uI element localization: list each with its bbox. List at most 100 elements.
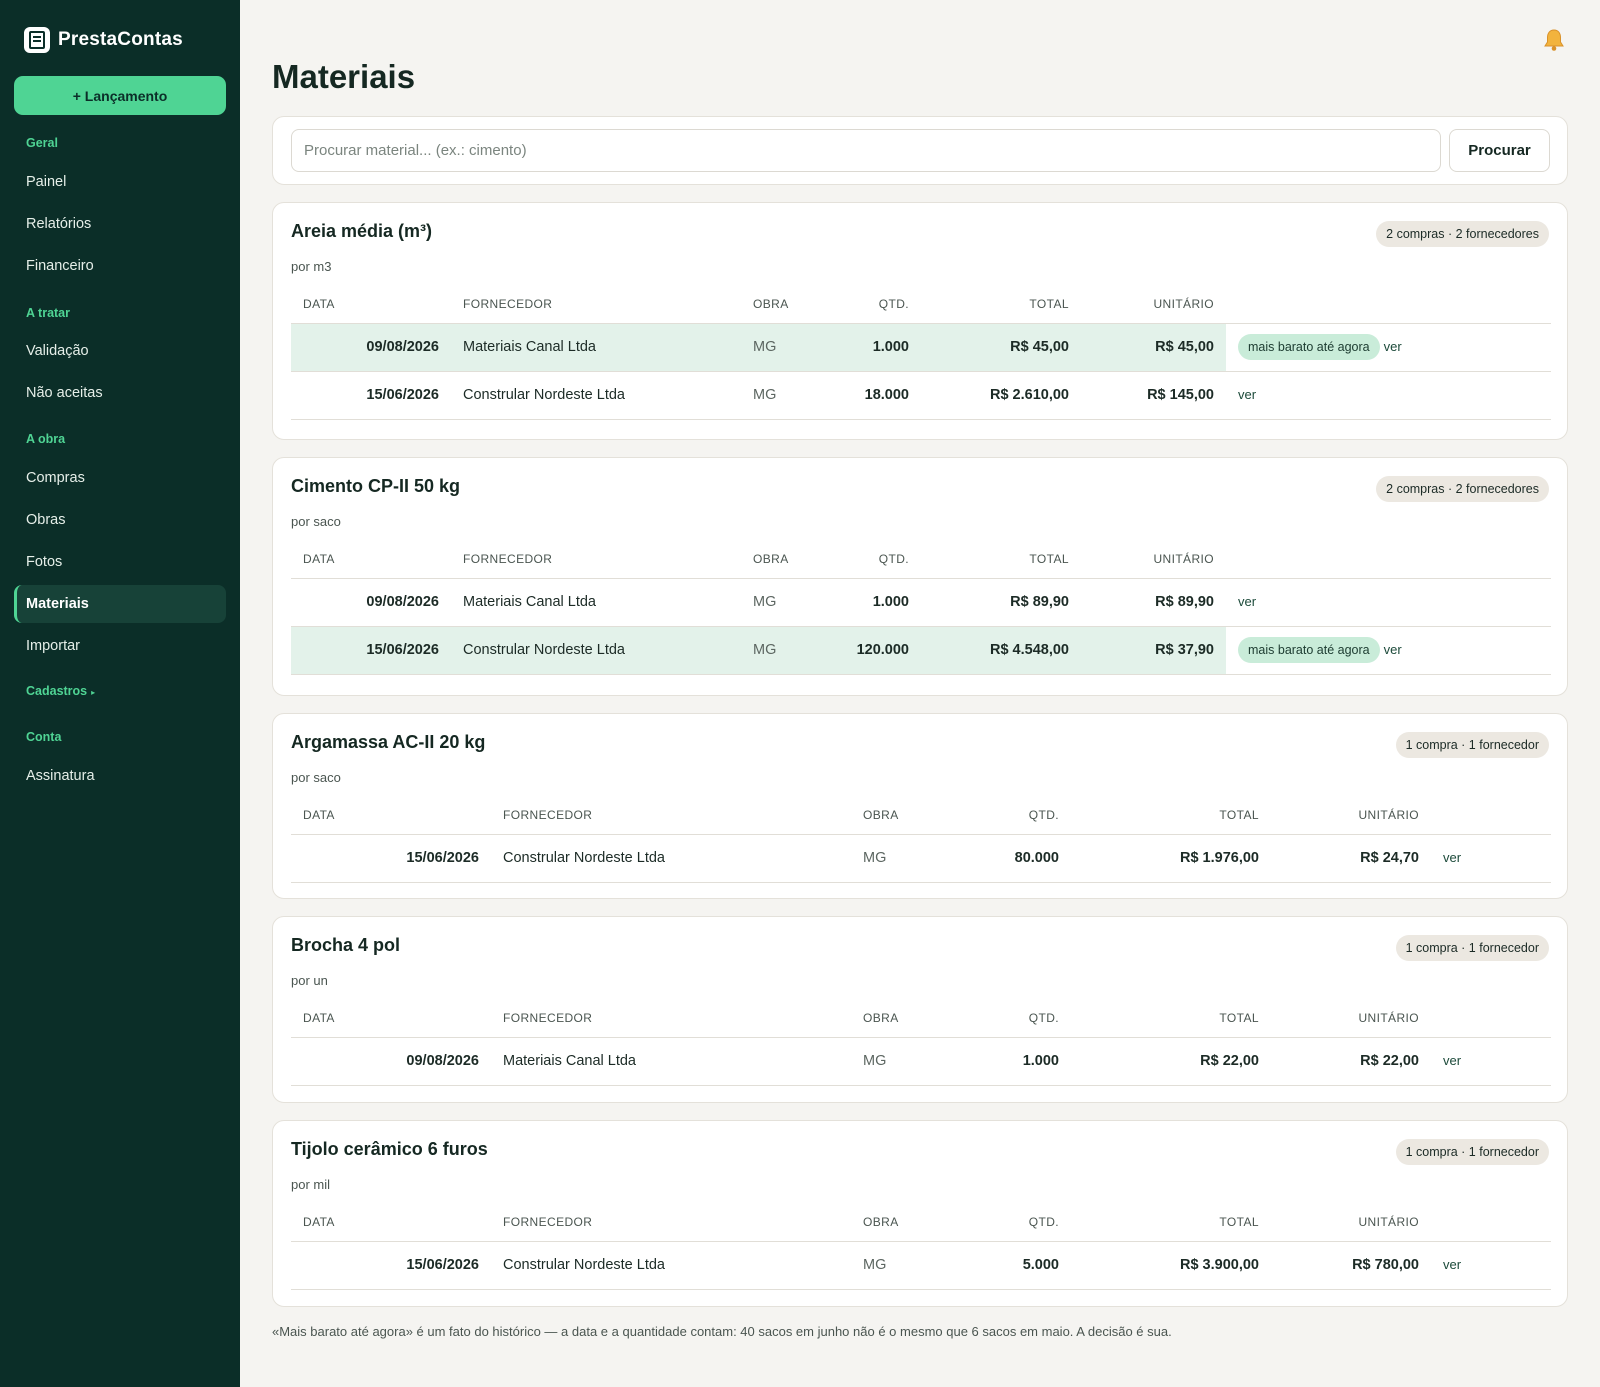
table-row: 15/06/2026 Constrular Nordeste Ltda MG 18.0… — [291, 371, 1551, 420]
nav-section-1: A tratar — [0, 306, 96, 320]
cell-actions: ver — [1226, 578, 1551, 627]
new-entry-button[interactable]: + Lançamento — [14, 76, 226, 115]
material-search-input[interactable] — [291, 129, 1441, 172]
sidebar-item[interactable]: Painel — [14, 163, 226, 201]
material-card: Tijolo cerâmico 6 furos por mil 1 compra ·… — [272, 1120, 1568, 1307]
column-header-qty: QTD. — [841, 540, 921, 579]
cell-actions: ver — [1226, 371, 1551, 420]
view-link[interactable]: ver — [1238, 594, 1256, 609]
sidebar-item[interactable]: Materiais — [14, 585, 226, 623]
view-link[interactable]: ver — [1384, 339, 1402, 354]
nav-section-3[interactable]: Cadastros ▸ — [0, 684, 121, 698]
cell-unit-price: R$ 89,90 — [1081, 578, 1226, 627]
cell-date: 09/08/2026 — [291, 578, 451, 627]
table-header: DATA FORNECEDOR OBRA QTD. TOTAL UNITÁRIO — [291, 1203, 1551, 1242]
column-header-date: DATA — [291, 796, 491, 835]
notification-bell-icon[interactable] — [1543, 28, 1565, 52]
table-row: 09/08/2026 Materiais Canal Ltda MG 1.000 R$ … — [291, 578, 1551, 627]
cell-total: R$ 4.548,00 — [921, 626, 1081, 675]
cell-date: 15/06/2026 — [291, 1241, 491, 1290]
column-header-supplier: FORNECEDOR — [491, 999, 851, 1038]
column-header-total: TOTAL — [921, 540, 1081, 579]
purchase-count-badge: 2 compras · 2 fornecedores — [1376, 476, 1549, 502]
sidebar-item[interactable]: Financeiro — [14, 247, 226, 285]
cell-qty: 1.000 — [841, 578, 921, 627]
cell-supplier: Constrular Nordeste Ltda — [451, 371, 741, 420]
page-title: Materiais — [272, 58, 416, 95]
sidebar-item[interactable]: Obras — [14, 501, 226, 539]
sidebar-item[interactable]: Fotos — [14, 543, 226, 581]
column-header-supplier: FORNECEDOR — [451, 285, 741, 324]
cell-qty: 5.000 — [971, 1241, 1071, 1290]
sidebar-item[interactable]: Validação — [14, 332, 226, 370]
view-link[interactable]: ver — [1238, 387, 1256, 402]
view-link[interactable]: ver — [1384, 642, 1402, 657]
cell-qty: 120.000 — [841, 626, 921, 675]
cell-qty: 1.000 — [841, 323, 921, 372]
table-header: DATA FORNECEDOR OBRA QTD. TOTAL UNITÁRIO — [291, 999, 1551, 1038]
app-name: PrestaContas — [58, 29, 183, 50]
view-link[interactable]: ver — [1443, 1053, 1461, 1068]
cell-site: MG — [741, 323, 841, 372]
purchases-table: DATA FORNECEDOR OBRA QTD. TOTAL UNITÁRIO 09/08… — [291, 540, 1551, 675]
table-header: DATA FORNECEDOR OBRA QTD. TOTAL UNITÁRIO — [291, 285, 1551, 324]
column-header-site: OBRA — [741, 285, 841, 324]
table-row: 15/06/2026 Constrular Nordeste Ltda MG 120.… — [291, 626, 1551, 675]
column-header-total: TOTAL — [1071, 1203, 1271, 1242]
column-header-date: DATA — [291, 1203, 491, 1242]
cell-supplier: Constrular Nordeste Ltda — [451, 626, 741, 675]
purchase-count-badge: 1 compra · 1 fornecedor — [1395, 935, 1549, 961]
material-card: Cimento CP-II 50 kg por saco 2 compras · 2… — [272, 457, 1568, 696]
cell-actions: mais barato até agora ver — [1226, 323, 1551, 372]
column-header-site: OBRA — [741, 540, 841, 579]
cell-actions: ver — [1431, 1241, 1551, 1290]
cell-date: 09/08/2026 — [291, 1037, 491, 1086]
material-name: Tijolo cerâmico 6 furos — [291, 1139, 488, 1159]
cell-supplier: Constrular Nordeste Ltda — [491, 834, 851, 883]
table-header: DATA FORNECEDOR OBRA QTD. TOTAL UNITÁRIO — [291, 540, 1551, 579]
sidebar: PrestaContas + Lançamento Geral Painel Rel… — [0, 0, 240, 1387]
column-header-supplier: FORNECEDOR — [451, 540, 741, 579]
column-header-unit: UNITÁRIO — [1081, 285, 1226, 324]
table-row: 15/06/2026 Constrular Nordeste Ltda MG 5.00… — [291, 1241, 1551, 1290]
brand[interactable]: PrestaContas — [0, 0, 240, 58]
column-header-date: DATA — [291, 540, 451, 579]
column-header-unit: UNITÁRIO — [1271, 796, 1431, 835]
purchase-count-badge: 1 compra · 1 fornecedor — [1395, 1139, 1549, 1165]
sidebar-item[interactable]: Relatórios — [14, 205, 226, 243]
view-link[interactable]: ver — [1443, 1257, 1461, 1272]
cell-site: MG — [851, 1241, 971, 1290]
column-header-actions — [1431, 999, 1551, 1038]
material-card: Argamassa AC-II 20 kg por saco 1 compra · … — [272, 713, 1568, 899]
table-row: 09/08/2026 Materiais Canal Ltda MG 1.000 R$ … — [291, 323, 1551, 372]
cell-total: R$ 2.610,00 — [921, 371, 1081, 420]
nav-section-4: Conta — [0, 730, 87, 744]
purchases-table: DATA FORNECEDOR OBRA QTD. TOTAL UNITÁRIO 09/08… — [291, 999, 1551, 1086]
material-unit: por m3 — [291, 259, 332, 274]
cheapest-badge: mais barato até agora — [1238, 334, 1380, 360]
cell-date: 15/06/2026 — [291, 626, 451, 675]
cell-unit-price: R$ 780,00 — [1271, 1241, 1431, 1290]
material-unit: por saco — [291, 514, 341, 529]
sidebar-item[interactable]: Compras — [14, 459, 226, 497]
material-unit: por un — [291, 973, 328, 988]
table-header: DATA FORNECEDOR OBRA QTD. TOTAL UNITÁRIO — [291, 796, 1551, 835]
cell-qty: 18.000 — [841, 371, 921, 420]
view-link[interactable]: ver — [1443, 850, 1461, 865]
sidebar-item[interactable]: Não aceitas — [14, 374, 226, 412]
sidebar-item[interactable]: Importar — [14, 627, 226, 665]
nav-section-label: A obra — [26, 432, 66, 446]
cell-actions: ver — [1431, 834, 1551, 883]
search-button[interactable]: Procurar — [1449, 129, 1550, 172]
cell-date: 09/08/2026 — [291, 323, 451, 372]
cell-site: MG — [851, 1037, 971, 1086]
column-header-unit: UNITÁRIO — [1271, 1203, 1431, 1242]
cell-total: R$ 22,00 — [1071, 1037, 1271, 1086]
nav-section-0: Geral — [0, 136, 84, 150]
caret-right-icon: ▸ — [91, 688, 96, 697]
column-header-qty: QTD. — [841, 285, 921, 324]
purchases-table: DATA FORNECEDOR OBRA QTD. TOTAL UNITÁRIO 15/06… — [291, 796, 1551, 883]
sidebar-item[interactable]: Assinatura — [14, 757, 226, 795]
material-name: Areia média (m³) — [291, 221, 433, 241]
material-unit: por saco — [291, 770, 341, 785]
